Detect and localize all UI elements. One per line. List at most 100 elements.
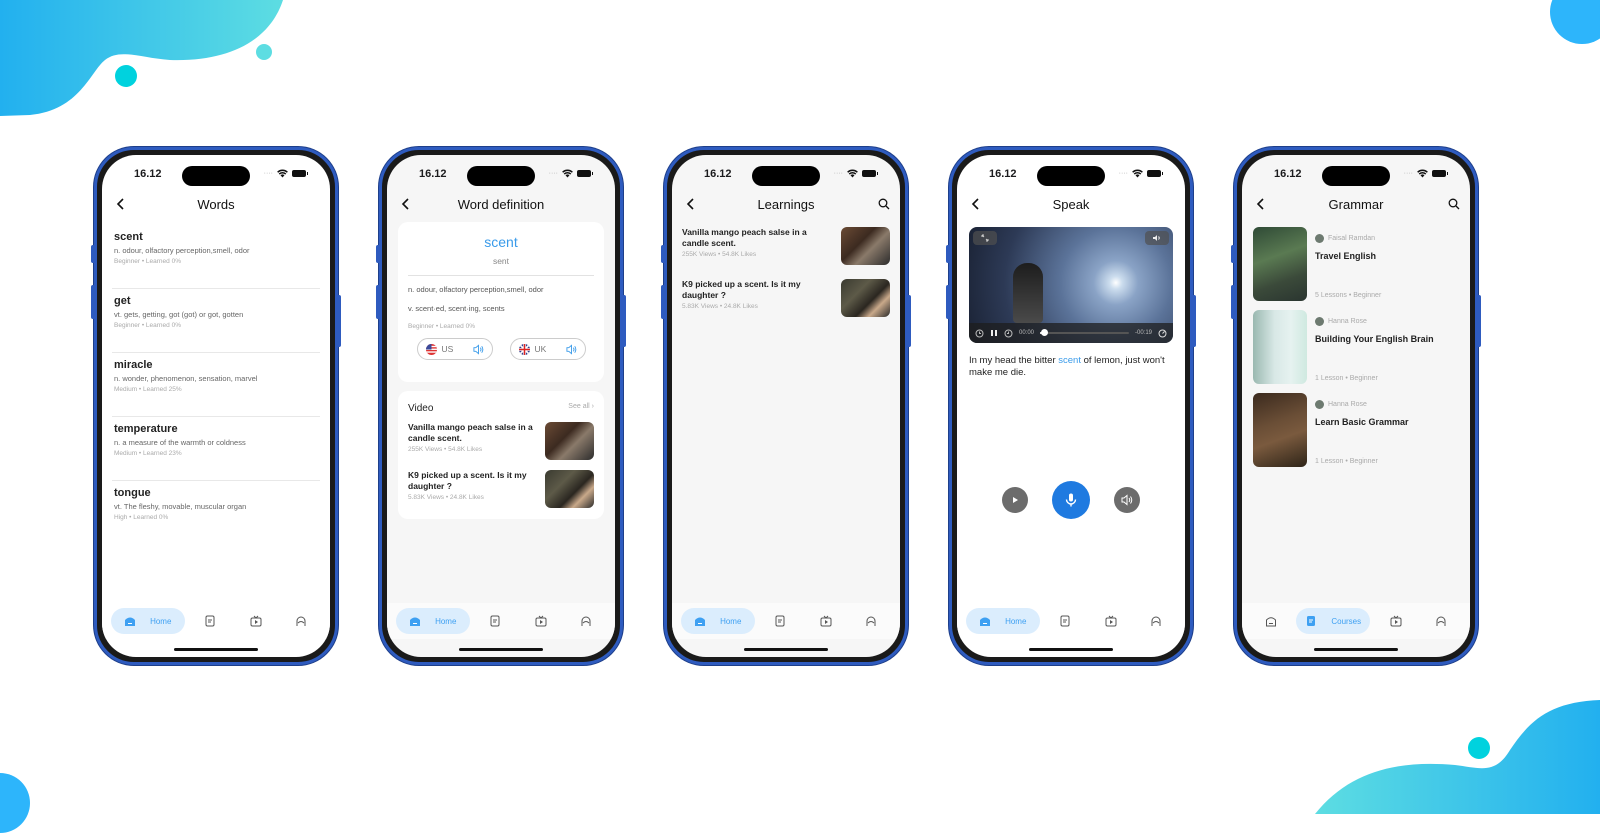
tab-profile[interactable] — [281, 608, 321, 634]
tab-home[interactable]: Home — [680, 608, 755, 634]
progress-knob[interactable] — [1041, 329, 1049, 336]
side-button — [337, 295, 341, 347]
pause-icon[interactable] — [990, 329, 998, 337]
side-button — [1231, 245, 1235, 263]
tab-profile[interactable] — [1421, 608, 1461, 634]
word-meta: High • Learned 0% — [114, 514, 169, 521]
tab-videos[interactable] — [236, 608, 276, 634]
pronounce-uk-button[interactable]: UK — [509, 338, 586, 360]
play-button[interactable] — [1002, 487, 1028, 513]
word-item[interactable]: tongue vt. The fleshy, movable, muscular… — [112, 481, 320, 545]
author-name: Hanna Rose — [1328, 318, 1367, 325]
microphone-icon — [1065, 493, 1077, 507]
word-item[interactable]: temperature n. a measure of the warmth o… — [112, 417, 320, 481]
uk-flag-icon — [518, 343, 530, 355]
screen: 16.12 ···· Words scent n. odour, olfacto… — [102, 155, 330, 657]
tab-courses[interactable] — [190, 608, 230, 634]
tab-videos[interactable] — [806, 608, 846, 634]
tab-profile[interactable] — [1136, 608, 1176, 634]
phone-learnings: 16.12 ···· Learnings Vanilla mango peach… — [661, 147, 911, 665]
word-meta: Medium • Learned 23% — [114, 450, 182, 457]
listen-button[interactable] — [1114, 487, 1140, 513]
tab-bar: Home — [387, 603, 615, 639]
video-thumbnail — [545, 470, 594, 508]
words-list: scent n. odour, olfactory perception,sme… — [112, 225, 320, 545]
word-name: miracle — [114, 359, 153, 371]
video-item[interactable]: K9 picked up a scent. Is it my daughter … — [672, 273, 900, 325]
video-item[interactable]: K9 picked up a scent. Is it my daughter … — [398, 468, 604, 516]
lessons: 1 Lesson — [1315, 375, 1344, 382]
video-card: Video See all › Vanilla mango peach sals… — [398, 391, 604, 519]
author-avatar — [1315, 400, 1324, 409]
search-icon[interactable] — [1448, 198, 1460, 210]
speaker-icon — [472, 343, 483, 355]
learned: Learned 23% — [143, 450, 182, 457]
side-button — [376, 245, 380, 263]
tab-profile[interactable] — [566, 608, 606, 634]
side-button — [1192, 295, 1196, 347]
video-frame-figure — [1013, 263, 1043, 323]
phone-words: 16.12 ···· Words scent n. odour, olfacto… — [91, 147, 341, 665]
video-item[interactable]: Vanilla mango peach salse in a candle sc… — [672, 221, 900, 273]
course-item[interactable]: Hanna Rose Learn Basic Grammar 1 Lesson … — [1253, 393, 1459, 469]
book-icon — [205, 615, 215, 627]
book-icon — [1307, 616, 1316, 626]
word-item[interactable]: scent n. odour, olfactory perception,sme… — [112, 225, 320, 289]
forward-icon[interactable] — [1004, 329, 1013, 338]
highlighted-word[interactable]: scent — [1058, 355, 1081, 366]
tv-icon — [250, 615, 262, 627]
tv-icon — [535, 615, 547, 627]
course-image — [1253, 310, 1307, 384]
tab-videos[interactable] — [1376, 608, 1416, 634]
video-controls: 00:00 -00:19 — [969, 323, 1173, 343]
level: Medium — [114, 386, 138, 393]
dot-teal-small — [256, 44, 272, 60]
views: 255K Views — [682, 251, 717, 259]
progress-bar[interactable] — [1040, 329, 1129, 336]
status-bar: 16.12 ···· — [102, 165, 330, 186]
word-item[interactable]: get vt. gets, getting, got (got) or got,… — [112, 289, 320, 353]
tab-profile[interactable] — [851, 608, 891, 634]
tab-courses[interactable]: Courses — [1296, 608, 1371, 634]
tab-home[interactable]: Home — [110, 608, 185, 634]
tab-home[interactable]: Home — [965, 608, 1040, 634]
video-meta: 255K Views • 54.8K Likes — [408, 446, 483, 454]
video-item[interactable]: Vanilla mango peach salse in a candle sc… — [398, 420, 604, 468]
dynamic-island — [182, 166, 250, 186]
mute-button[interactable] — [1145, 231, 1169, 245]
video-player[interactable]: 00:00 -00:19 — [969, 227, 1173, 343]
level: Beginner — [114, 322, 141, 329]
tab-videos[interactable] — [1091, 608, 1131, 634]
tab-videos[interactable] — [521, 608, 561, 634]
likes: 24.8K Likes — [723, 303, 758, 311]
tab-home[interactable]: Home — [395, 608, 470, 634]
side-button — [661, 245, 665, 263]
tab-courses[interactable] — [760, 608, 800, 634]
pronounce-us-button[interactable]: US — [416, 338, 493, 360]
volume-icon — [1153, 235, 1160, 241]
tab-home[interactable] — [1251, 608, 1291, 634]
tab-courses[interactable] — [475, 608, 515, 634]
divider — [408, 275, 594, 276]
book-icon — [1060, 615, 1070, 627]
course-item[interactable]: Hanna Rose Building Your English Brain 1… — [1253, 310, 1459, 386]
word-item[interactable]: miracle n. wonder, phenomenon, sensation… — [112, 353, 320, 417]
status-bar: 16.12 ···· — [387, 165, 615, 186]
see-all-link[interactable]: See all › — [568, 403, 594, 414]
tab-courses[interactable] — [1045, 608, 1085, 634]
speed-icon[interactable] — [1158, 329, 1167, 338]
word-name: temperature — [114, 423, 178, 435]
see-all-label: See all — [568, 403, 590, 410]
rewind-icon[interactable] — [975, 329, 984, 338]
author-avatar — [1315, 317, 1324, 326]
home-icon — [125, 617, 136, 626]
search-icon[interactable] — [878, 198, 890, 210]
tv-icon — [1390, 615, 1402, 627]
side-button — [1231, 285, 1235, 319]
phone-word-definition: 16.12 ···· Word definition scent sent n.… — [376, 147, 626, 665]
definition-card: scent sent n. odour, olfactory perceptio… — [398, 222, 604, 382]
course-item[interactable]: Faisal Ramdan Travel English 5 Lessons •… — [1253, 227, 1459, 303]
author-name: Hanna Rose — [1328, 401, 1367, 408]
fullscreen-button[interactable] — [973, 231, 997, 245]
record-button[interactable] — [1052, 481, 1090, 519]
